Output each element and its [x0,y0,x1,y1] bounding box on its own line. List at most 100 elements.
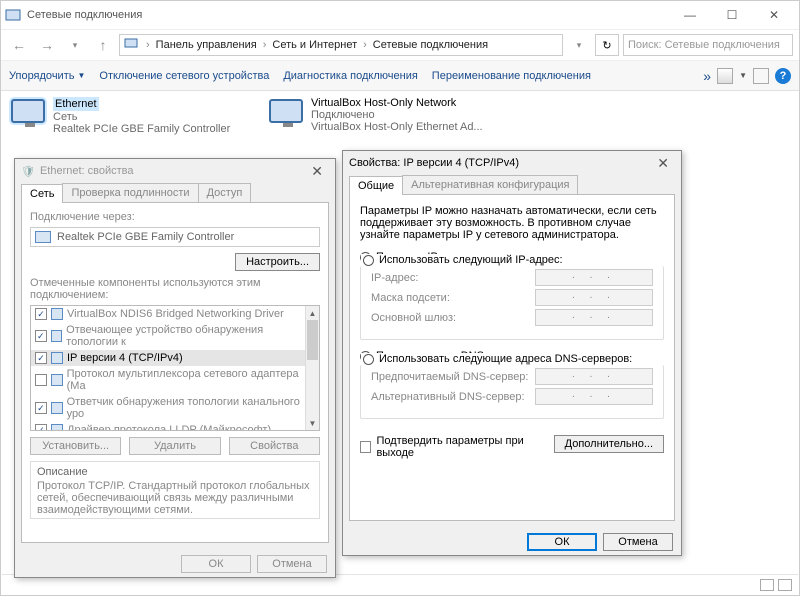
dns1-label: Предпочитаемый DNS-сервер: [371,371,535,383]
checkbox[interactable]: ✓ [35,330,47,342]
ethernet-properties-dialog: 🛡 Ethernet: свойства ✕ Сеть Проверка под… [14,158,336,578]
description-text: Протокол TCP/IP. Стандартный протокол гл… [37,480,313,516]
mask-label: Маска подсети: [371,292,535,304]
radio-manual-ip[interactable]: Использовать следующий IP-адрес: [361,254,565,266]
tab-access[interactable]: Доступ [198,183,252,202]
connection-status: Сеть [53,111,77,123]
cancel-button[interactable]: Отмена [603,533,673,551]
tab-strip: Общие Альтернативная конфигурация [349,175,675,195]
dns2-input[interactable]: . . . [535,388,653,405]
breadcrumb-dropdown[interactable]: ▾ [567,33,591,57]
protocol-icon [51,374,63,386]
back-button[interactable]: ← [7,33,31,57]
search-placeholder: Поиск: Сетевые подключения [628,39,780,51]
dialog-title: Ethernet: свойства [40,165,134,177]
breadcrumb-seg2[interactable]: Сеть и Интернет [272,39,357,51]
confirm-on-exit-checkbox[interactable]: Подтвердить параметры при выходе [360,435,554,459]
minimize-button[interactable]: — [669,1,711,29]
ip-label: IP-адрес: [371,272,535,284]
components-list[interactable]: ✓VirtualBox NDIS6 Bridged Networking Dri… [30,305,320,431]
breadcrumb-seg1[interactable]: Панель управления [156,39,257,51]
radio-icon [363,354,374,365]
view-large-icon[interactable] [778,579,792,591]
protocol-icon [51,424,63,431]
connection-name: VirtualBox Host-Only Network [311,97,456,109]
disable-device-cmd[interactable]: Отключение сетевого устройства [99,70,269,82]
breadcrumb-seg3[interactable]: Сетевые подключения [373,39,488,51]
scroll-down[interactable]: ▼ [306,416,319,430]
dialog-titlebar[interactable]: Свойства: IP версии 4 (TCP/IPv4) ✕ [343,151,681,175]
dialog-title: Свойства: IP версии 4 (TCP/IPv4) [349,157,519,169]
connection-device: Realtek PCIe GBE Family Controller [53,123,230,135]
organize-menu[interactable]: Упорядочить ▼ [9,70,85,82]
tab-auth[interactable]: Проверка подлинности [62,183,198,202]
refresh-button[interactable]: ↻ [595,34,619,56]
install-button[interactable]: Установить... [30,437,121,455]
diagnose-cmd[interactable]: Диагностика подключения [283,70,417,82]
view-icons-button[interactable] [717,68,733,84]
tab-alt-config[interactable]: Альтернативная конфигурация [402,175,578,194]
dialog-titlebar[interactable]: 🛡 Ethernet: свойства ✕ [15,159,335,183]
radio-manual-dns[interactable]: Использовать следующие адреса DNS-сервер… [361,353,634,365]
checkbox[interactable]: ✓ [35,424,47,431]
forward-button[interactable]: → [35,33,59,57]
net-icon [124,37,140,54]
more-commands[interactable]: » [703,68,711,84]
recent-button[interactable]: ▾ [63,33,87,57]
protocol-icon [51,402,63,414]
list-item: ✓Отвечающее устройство обнаружения топол… [31,322,319,350]
connection-name: Ethernet [53,97,99,111]
connect-via-label: Подключение через: [30,211,320,223]
checkbox[interactable]: ✓ [35,308,47,320]
mask-input[interactable]: . . . [535,289,653,306]
close-icon[interactable]: ✕ [651,155,675,172]
tab-general[interactable]: Общие [349,176,403,195]
dns1-input[interactable]: . . . [535,368,653,385]
window-title: Сетевые подключения [27,9,669,21]
list-item: ✓Драйвер протокола LLDP (Майкрософт) [31,422,319,431]
ipv4-properties-dialog: Свойства: IP версии 4 (TCP/IPv4) ✕ Общие… [342,150,682,556]
close-icon[interactable]: ✕ [305,163,329,180]
checkbox[interactable]: ✓ [35,402,47,414]
tab-body: Параметры IP можно назначать автоматичес… [349,195,675,521]
breadcrumb[interactable]: › Панель управления › Сеть и Интернет › … [119,34,563,56]
list-item-selected: ✓IP версии 4 (TCP/IPv4) [31,350,319,366]
scrollbar[interactable]: ▲ ▼ [305,306,319,430]
connection-device: VirtualBox Host-Only Ethernet Ad... [311,121,483,133]
adapter-icon [35,231,51,243]
advanced-button[interactable]: Дополнительно... [554,435,664,453]
protocol-icon [51,308,63,320]
dns2-label: Альтернативный DNS-сервер: [371,391,535,403]
help-button[interactable]: ? [775,68,791,84]
protocol-icon [51,352,63,364]
checkbox[interactable] [35,374,47,386]
rename-cmd[interactable]: Переименование подключения [432,70,591,82]
address-bar: ← → ▾ ↑ › Панель управления › Сеть и Инт… [1,29,799,61]
preview-pane-button[interactable] [753,68,769,84]
view-dropdown[interactable]: ▼ [739,71,747,80]
search-input[interactable]: Поиск: Сетевые подключения [623,34,793,56]
ok-button[interactable]: ОК [527,533,597,551]
gateway-input[interactable]: . . . [535,309,653,326]
list-item: ✓Ответчик обнаружения топологии канально… [31,394,319,422]
scroll-thumb[interactable] [307,320,318,360]
configure-button[interactable]: Настроить... [235,253,320,271]
tab-body: Подключение через: Realtek PCIe GBE Fami… [21,203,329,543]
scroll-up[interactable]: ▲ [306,306,319,320]
remove-button[interactable]: Удалить [129,437,220,455]
close-button[interactable]: ✕ [753,1,795,29]
view-details-icon[interactable] [760,579,774,591]
checkbox-icon [360,441,371,453]
cancel-button[interactable]: Отмена [257,555,327,573]
ethernet-icon [9,97,47,131]
properties-button[interactable]: Свойства [229,437,320,455]
ip-input[interactable]: . . . [535,269,653,286]
maximize-button[interactable]: ☐ [711,1,753,29]
tab-network[interactable]: Сеть [21,184,63,203]
up-button[interactable]: ↑ [91,33,115,57]
adapter-name: Realtek PCIe GBE Family Controller [57,231,234,243]
ok-button[interactable]: ОК [181,555,251,573]
description-title: Описание [37,466,313,478]
protocol-icon [51,330,63,342]
checkbox[interactable]: ✓ [35,352,47,364]
